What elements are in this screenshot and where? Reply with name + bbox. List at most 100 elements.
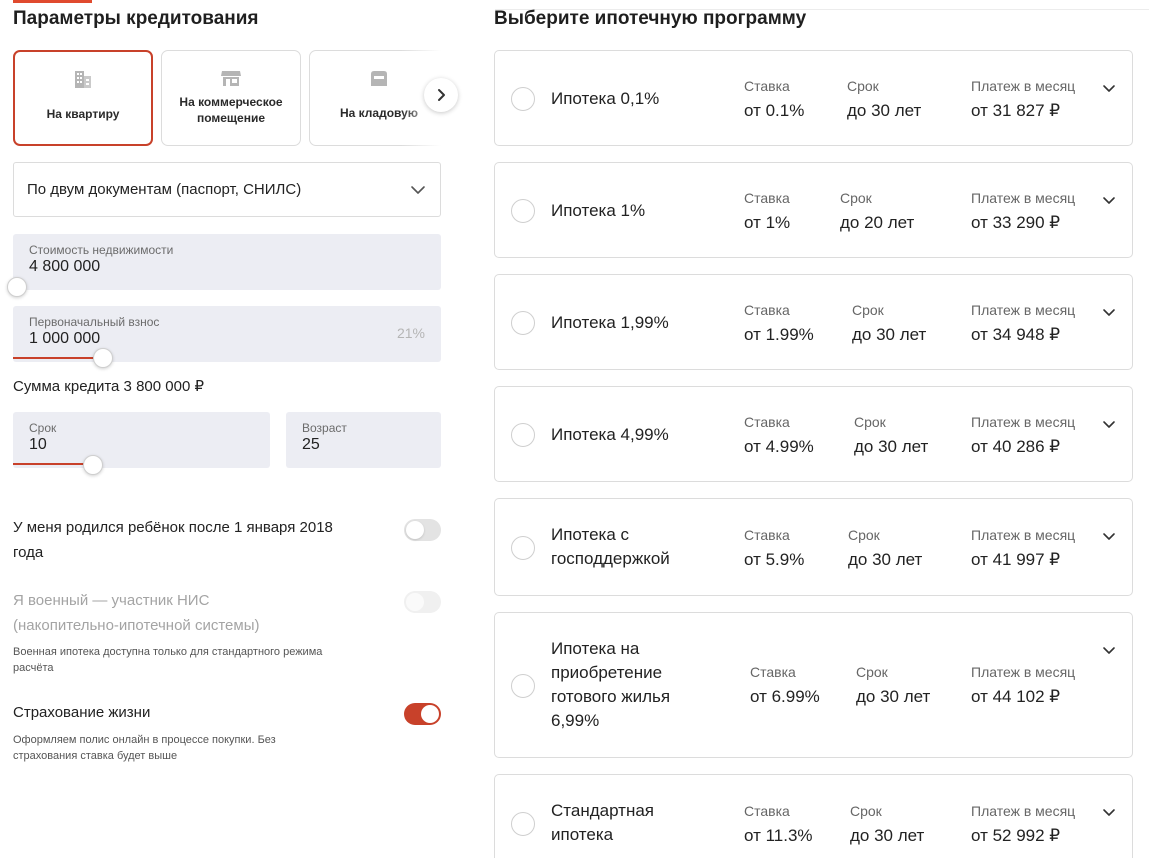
chevron-down-icon: [411, 185, 425, 194]
rate-value: от 5.9%: [744, 550, 805, 569]
rate-value: от 6.99%: [750, 687, 820, 706]
program-card[interactable]: Ипотека 1% Ставка от 1% Срок до 20 лет Пла…: [494, 162, 1133, 258]
term-value: до 30 лет: [854, 437, 929, 456]
program-card[interactable]: Стандартная ипотека Ставка от 11.3% Срок д…: [494, 774, 1133, 858]
chevron-down-icon[interactable]: [1102, 643, 1116, 657]
type-card-apartment[interactable]: На квартиру: [13, 50, 153, 146]
field-label: Стоимость недвижимости: [29, 243, 174, 257]
building-icon: [75, 71, 91, 88]
payment-label: Платеж в месяц: [971, 414, 1076, 430]
field-value: 10: [29, 436, 47, 453]
payment-label: Платеж в месяц: [971, 302, 1076, 318]
down-payment-slider-handle[interactable]: [93, 348, 113, 368]
rate-value: от 11.3%: [744, 826, 813, 845]
military-toggle-label: Я военный — участник НИС (накопительно-и…: [13, 592, 260, 634]
payment-value: от 34 948 ₽: [971, 325, 1061, 344]
chevron-down-icon[interactable]: [1102, 305, 1116, 319]
payment-value: от 33 290 ₽: [971, 213, 1061, 232]
payment-label: Платеж в месяц: [971, 190, 1076, 206]
chevron-right-icon: [438, 89, 445, 101]
property-cost-field[interactable]: Стоимость недвижимости 4 800 000: [13, 234, 441, 290]
documents-select-value: По двум документам (паспорт, СНИЛС): [27, 181, 302, 198]
payment-label: Платеж в месяц: [971, 803, 1076, 819]
rate-value: от 1.99%: [744, 325, 814, 344]
rate-value: от 0.1%: [744, 101, 805, 120]
chevron-down-icon[interactable]: [1102, 417, 1116, 431]
program-name: Стандартная ипотека: [551, 801, 655, 844]
carousel-next-button[interactable]: [424, 78, 458, 112]
field-label: Первоначальный взнос: [29, 315, 160, 329]
child-toggle[interactable]: [404, 519, 441, 541]
term-slider-handle[interactable]: [83, 455, 103, 475]
insurance-toggle[interactable]: [404, 703, 441, 725]
term-field[interactable]: Срок 10: [13, 412, 270, 468]
program-radio[interactable]: [511, 812, 535, 836]
shop-icon: [221, 71, 241, 86]
field-value: 25: [302, 436, 320, 453]
military-note: Военная ипотека доступна только для стан…: [13, 646, 323, 674]
program-card[interactable]: Ипотека с господдержкой Ставка от 5.9% Ср…: [494, 498, 1133, 596]
down-payment-field[interactable]: Первоначальный взнос 1 000 000 21%: [13, 306, 441, 362]
program-card[interactable]: Ипотека 4,99% Ставка от 4.99% Срок до 30 л…: [494, 386, 1133, 482]
type-card-commercial[interactable]: На коммерческое помещение: [161, 50, 301, 146]
term-label: Срок: [852, 302, 884, 318]
term-value: до 30 лет: [850, 826, 925, 845]
term-label: Срок: [847, 78, 879, 94]
insurance-note: Оформляем полис онлайн в процессе покупк…: [13, 734, 276, 762]
rate-label: Ставка: [750, 664, 796, 680]
chevron-down-icon[interactable]: [1102, 81, 1116, 95]
program-radio[interactable]: [511, 87, 535, 111]
chevron-down-icon[interactable]: [1102, 193, 1116, 207]
field-label: Срок: [29, 421, 57, 435]
payment-value: от 41 997 ₽: [971, 550, 1061, 569]
program-card[interactable]: Ипотека 0,1% Ставка от 0.1% Срок до 30 лет…: [494, 50, 1133, 146]
program-card[interactable]: Ипотека 1,99% Ставка от 1.99% Срок до 30 л…: [494, 274, 1133, 370]
chevron-down-icon[interactable]: [1102, 805, 1116, 819]
age-field[interactable]: Возраст 25: [286, 412, 441, 468]
program-radio[interactable]: [511, 423, 535, 447]
program-radio[interactable]: [511, 311, 535, 335]
chevron-down-icon[interactable]: [1102, 529, 1116, 543]
field-value: 1 000 000: [29, 330, 101, 347]
property-cost-slider-handle[interactable]: [7, 277, 27, 297]
term-slider-fill: [13, 463, 93, 465]
program-name: Ипотека 4,99%: [551, 425, 669, 444]
program-radio[interactable]: [511, 199, 535, 223]
program-name: Ипотека 1,99%: [551, 313, 669, 332]
rate-value: от 4.99%: [744, 437, 814, 456]
down-payment-slider-fill: [13, 357, 102, 359]
loan-sum: Сумма кредита 3 800 000 ₽: [13, 378, 205, 395]
term-value: до 30 лет: [856, 687, 931, 706]
rate-label: Ставка: [744, 78, 790, 94]
military-toggle[interactable]: [404, 591, 441, 613]
program-name: Ипотека с господдержкой: [551, 525, 670, 568]
program-name: Ипотека 0,1%: [551, 89, 660, 108]
payment-value: от 31 827 ₽: [971, 101, 1061, 120]
term-value: до 30 лет: [852, 325, 927, 344]
programs-title: Выберите ипотечную программу: [494, 8, 807, 29]
rate-label: Ставка: [744, 414, 790, 430]
property-type-carousel: На квартиру На коммерческое помещение На…: [13, 50, 441, 146]
child-toggle-label: У меня родился ребёнок после 1 января 20…: [13, 519, 333, 561]
term-label: Срок: [850, 803, 882, 819]
payment-label: Платеж в месяц: [971, 78, 1076, 94]
term-value: до 30 лет: [847, 101, 922, 120]
type-card-label: На коммерческое помещение: [179, 95, 283, 125]
program-radio[interactable]: [511, 674, 535, 698]
term-label: Срок: [856, 664, 888, 680]
type-card-label: На квартиру: [46, 107, 120, 121]
rate-label: Ставка: [744, 302, 790, 318]
down-payment-percent: 21%: [396, 325, 425, 341]
payment-label: Платеж в месяц: [971, 527, 1076, 543]
storage-box-icon: [371, 71, 387, 86]
term-value: до 20 лет: [840, 213, 915, 232]
term-label: Срок: [854, 414, 886, 430]
documents-select[interactable]: По двум документам (паспорт, СНИЛС): [13, 162, 441, 217]
term-label: Срок: [848, 527, 880, 543]
term-label: Срок: [840, 190, 872, 206]
insurance-toggle-label: Страхование жизни: [13, 704, 151, 721]
program-name: Ипотека на приобретение готового жилья 6…: [551, 639, 671, 730]
program-radio[interactable]: [511, 536, 535, 560]
program-card[interactable]: Ипотека на приобретение готового жилья 6…: [494, 612, 1133, 758]
rate-value: от 1%: [744, 213, 791, 232]
